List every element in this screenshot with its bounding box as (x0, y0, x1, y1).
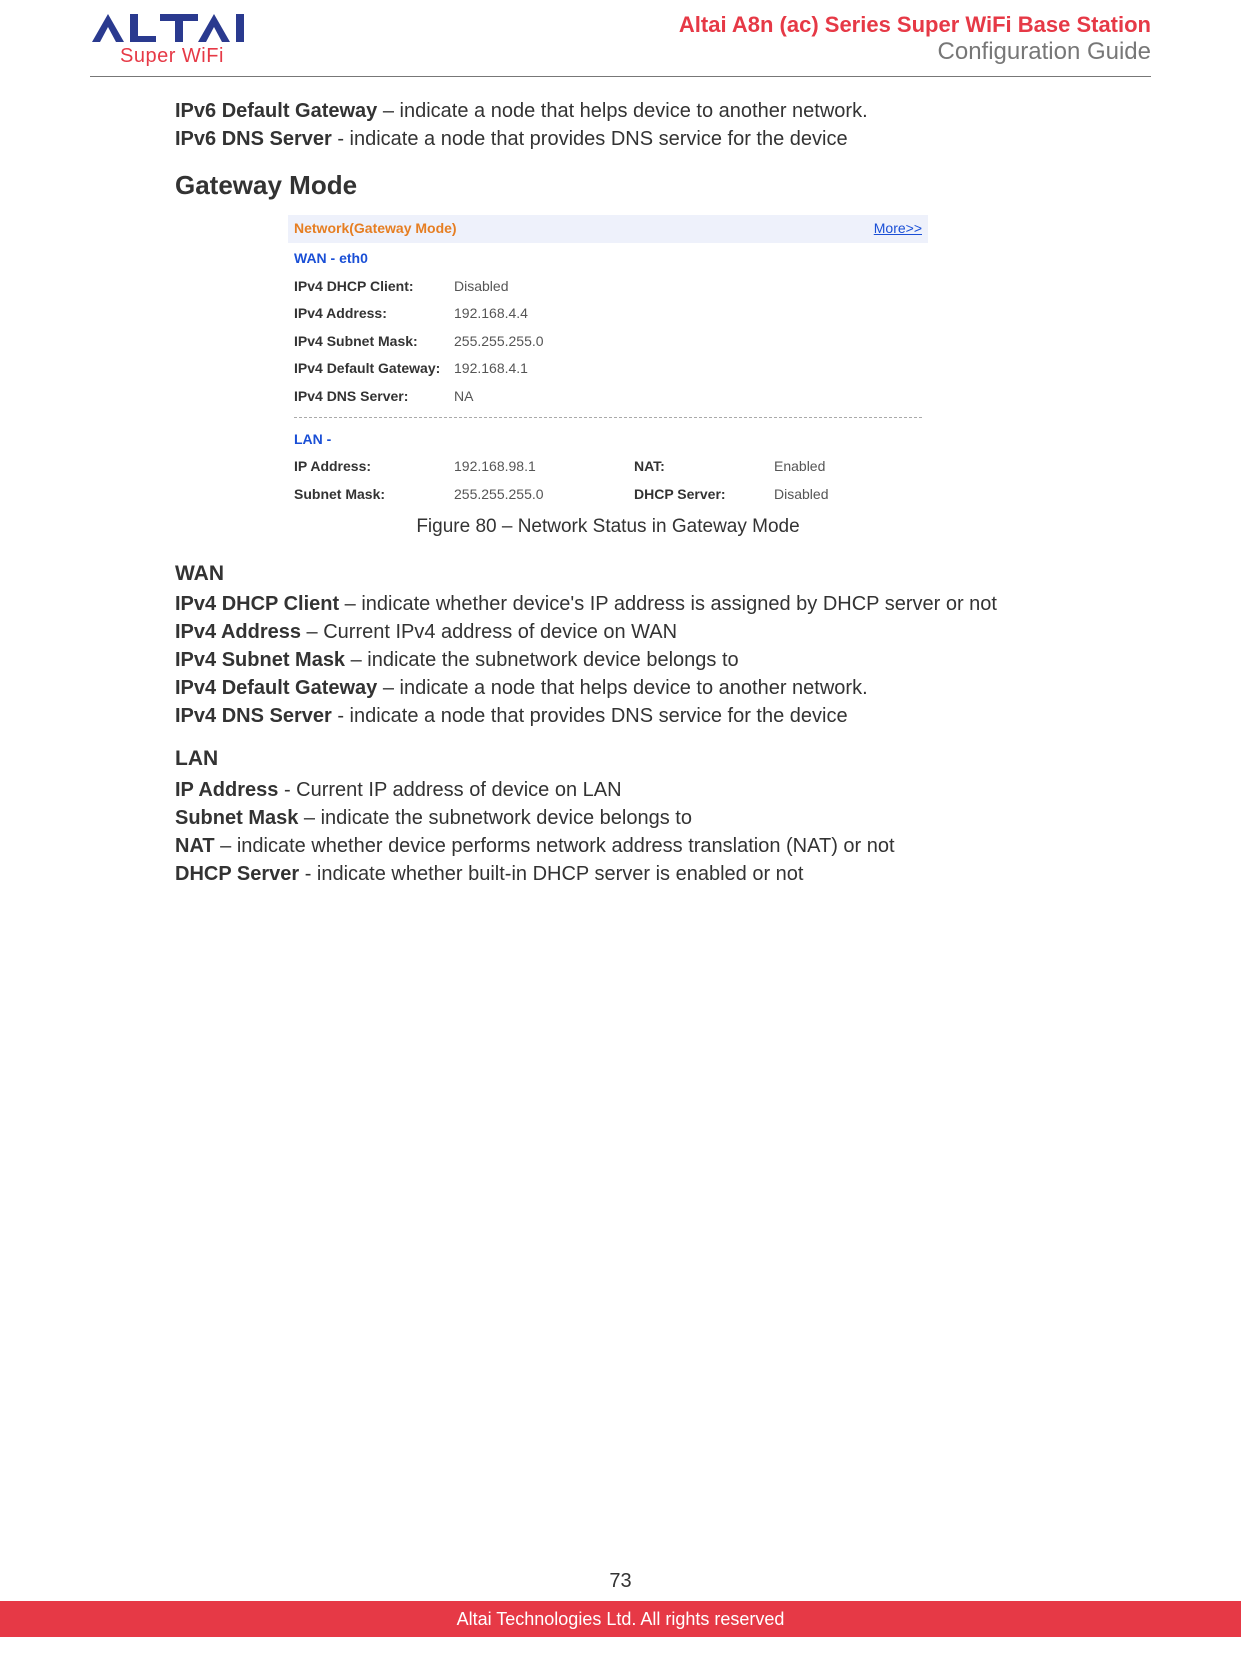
brand-logo: Super WiFi (90, 12, 280, 68)
panel-header: Network(Gateway Mode) More>> (288, 215, 928, 243)
row-label: IPv4 Default Gateway: (294, 359, 454, 379)
row-label: IPv4 DNS Server: (294, 387, 454, 407)
desc: – Current IPv4 address of device on WAN (301, 621, 677, 643)
lan-heading: LAN (175, 744, 1041, 773)
row-value: Disabled (454, 277, 508, 297)
row-value: 192.168.4.4 (454, 304, 528, 324)
wan-item: IPv4 Address – Current IPv4 address of d… (175, 618, 1041, 646)
wan-row: IPv4 Default Gateway: 192.168.4.1 (288, 355, 928, 383)
row-value: 255.255.255.0 (454, 332, 544, 352)
lan-grid: IP Address: 192.168.98.1 NAT: Enabled Su… (288, 453, 928, 512)
desc: – indicate a node that helps device to a… (377, 677, 867, 699)
wan-row: IPv4 DNS Server: NA (288, 383, 928, 411)
section-heading-gateway-mode: Gateway Mode (175, 167, 1041, 203)
lan-item: NAT – indicate whether device performs n… (175, 832, 1041, 860)
wan-item: IPv4 Default Gateway – indicate a node t… (175, 674, 1041, 702)
wan-row: IPv4 DHCP Client: Disabled (288, 273, 928, 301)
intro-ipv6-dns: IPv6 DNS Server - indicate a node that p… (175, 125, 1041, 153)
doc-title-product: Altai A8n (ac) Series Super WiFi Base St… (679, 12, 1151, 38)
lan-item: Subnet Mask – indicate the subnetwork de… (175, 804, 1041, 832)
desc: - indicate whether built-in DHCP server … (299, 863, 803, 885)
wan-row: IPv4 Address: 192.168.4.4 (288, 300, 928, 328)
lan-ip-value: 192.168.98.1 (454, 457, 634, 477)
wan-item: IPv4 Subnet Mask – indicate the subnetwo… (175, 646, 1041, 674)
lan-mask-value: 255.255.255.0 (454, 485, 634, 505)
figure-caption: Figure 80 – Network Status in Gateway Mo… (175, 514, 1041, 541)
page-content: IPv6 Default Gateway – indicate a node t… (0, 77, 1241, 888)
lan-dhcp-label: DHCP Server: (634, 485, 774, 505)
footer-copyright: Altai Technologies Ltd. All rights reser… (0, 1601, 1241, 1637)
desc: – indicate whether device performs netwo… (215, 835, 895, 857)
wan-heading: WAN (175, 559, 1041, 588)
desc: – indicate the subnetwork device belongs… (298, 807, 692, 829)
term: NAT (175, 835, 215, 857)
term: IPv4 Default Gateway (175, 677, 377, 699)
desc: - indicate a node that provides DNS serv… (332, 705, 848, 727)
lan-nat-label: NAT: (634, 457, 774, 477)
desc: – indicate whether device's IP address i… (339, 593, 997, 615)
row-value: NA (454, 387, 473, 407)
term: IPv4 DNS Server (175, 705, 332, 727)
row-value: 192.168.4.1 (454, 359, 528, 379)
row-label: IPv4 Subnet Mask: (294, 332, 454, 352)
network-status-panel: Network(Gateway Mode) More>> WAN - eth0 … (288, 215, 928, 512)
row-label: IPv4 Address: (294, 304, 454, 324)
lan-dhcp-value: Disabled (774, 485, 894, 505)
term: IPv6 Default Gateway (175, 100, 377, 122)
desc: - indicate a node that provides DNS serv… (332, 128, 848, 150)
wan-row: IPv4 Subnet Mask: 255.255.255.0 (288, 328, 928, 356)
lan-item: IP Address - Current IP address of devic… (175, 776, 1041, 804)
lan-item: DHCP Server - indicate whether built-in … (175, 860, 1041, 888)
page-number: 73 (0, 1570, 1241, 1593)
lan-nat-value: Enabled (774, 457, 894, 477)
term: Subnet Mask (175, 807, 298, 829)
desc: – indicate the subnetwork device belongs… (345, 649, 739, 671)
term: IPv4 DHCP Client (175, 593, 339, 615)
term: IPv4 Subnet Mask (175, 649, 345, 671)
row-label: IPv4 DHCP Client: (294, 277, 454, 297)
panel-divider (294, 417, 922, 418)
wan-item: IPv4 DNS Server - indicate a node that p… (175, 702, 1041, 730)
term: IPv4 Address (175, 621, 301, 643)
desc: – indicate a node that helps device to a… (377, 100, 867, 122)
lan-mask-label: Subnet Mask: (294, 485, 454, 505)
term: IPv6 DNS Server (175, 128, 332, 150)
desc: - Current IP address of device on LAN (278, 779, 621, 801)
lan-ip-label: IP Address: (294, 457, 454, 477)
wan-item: IPv4 DHCP Client – indicate whether devi… (175, 590, 1041, 618)
header-titles: Altai A8n (ac) Series Super WiFi Base St… (679, 12, 1151, 66)
more-link[interactable]: More>> (874, 219, 922, 239)
altai-logo-icon (90, 12, 280, 48)
logo-subtitle: Super WiFi (120, 45, 224, 68)
wan-subheading: WAN - eth0 (288, 243, 928, 273)
term: IP Address (175, 779, 278, 801)
doc-title-type: Configuration Guide (679, 38, 1151, 66)
term: DHCP Server (175, 863, 299, 885)
intro-ipv6-gateway: IPv6 Default Gateway – indicate a node t… (175, 97, 1041, 125)
page-header: Super WiFi Altai A8n (ac) Series Super W… (0, 0, 1241, 68)
panel-title: Network(Gateway Mode) (294, 219, 457, 239)
lan-subheading: LAN - (288, 424, 928, 454)
